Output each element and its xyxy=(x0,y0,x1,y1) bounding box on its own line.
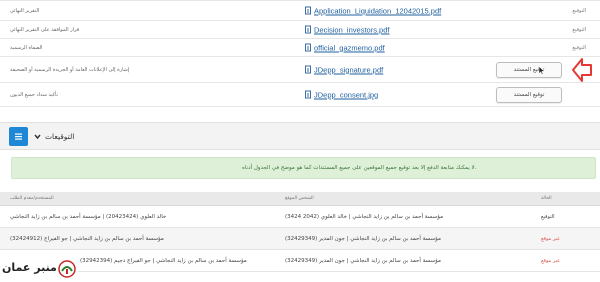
document-description: قرار الموافقة على التقرير النهائي xyxy=(10,26,80,33)
signatory-cell: مؤسسة أحمد بن سالم بن زايد النجاشي | جون… xyxy=(285,236,441,242)
document-description: تأكيد سداد جميع الديون xyxy=(10,91,58,98)
document-row: تأكيد سداد جميع الديون JDepp_consent.jpg… xyxy=(0,83,600,107)
logo-emblem-icon xyxy=(58,260,76,278)
document-row: إشارة إلى الإعلانات العامة أو الجريدة ال… xyxy=(0,57,600,83)
requester-cell: خالد العلوي (20423424) | مؤسسة أحمد بن س… xyxy=(10,214,167,220)
signatures-table-header: المستخدم/مقدم الطلب الشخص الموقع الحالة xyxy=(0,192,600,206)
table-row: مؤسسة أحمد بن سالم بن زايد النجاشي | جو … xyxy=(0,250,600,272)
status-badge: غير موقع xyxy=(541,236,560,242)
file-icon xyxy=(305,25,311,34)
document-file-link[interactable]: JDepp_consent.jpg xyxy=(305,90,378,99)
column-header-signatory: الشخص الموقع xyxy=(285,196,314,201)
signatures-title-group[interactable]: التوقيعات xyxy=(34,132,74,141)
document-row: التقرير النهائي Application_Liquidation_… xyxy=(0,1,600,21)
list-icon xyxy=(15,133,22,140)
status-badge: التوقيع xyxy=(541,214,555,220)
signatures-section-header: التوقيعات xyxy=(0,122,600,150)
document-description: الصفاة الرسمية xyxy=(10,44,43,51)
payment-alert-text: لا يمكنك متابعة الدفع إلا بعد توقيع جميع… xyxy=(242,165,477,171)
document-file-name[interactable]: official_gazmemo.pdf xyxy=(314,43,385,52)
sign-document-button[interactable]: توقيع المستند xyxy=(496,61,562,78)
file-icon xyxy=(305,43,311,52)
signatory-cell: مؤسسة أحمد بن سالم بن زايد النجاشي | خال… xyxy=(285,214,444,220)
table-row: مؤسسة أحمد بن سالم بن زايد النجاشي | جو … xyxy=(0,228,600,250)
document-file-link[interactable]: official_gazmemo.pdf xyxy=(305,43,385,52)
file-icon xyxy=(305,6,311,15)
file-icon xyxy=(305,65,311,74)
status-badge: غير موقع xyxy=(541,258,560,264)
file-icon xyxy=(305,90,311,99)
document-file-link[interactable]: Decision_investors.pdf xyxy=(305,25,389,34)
document-description: التقرير النهائي xyxy=(10,7,40,14)
site-logo: منبر عمان xyxy=(0,258,78,282)
signatory-cell: مؤسسة أحمد بن سالم بن زايد النجاشي | جون… xyxy=(285,258,441,264)
requester-cell: مؤسسة أحمد بن سالم بن زايد النجاشي | جو … xyxy=(10,236,164,242)
site-logo-text: منبر عمان xyxy=(2,261,57,274)
column-header-requester: المستخدم/مقدم الطلب xyxy=(10,196,54,201)
document-file-name[interactable]: Decision_investors.pdf xyxy=(314,25,389,34)
document-file-name[interactable]: JDepp_signature.pdf xyxy=(314,65,383,74)
document-row: قرار الموافقة على التقرير النهائي Decisi… xyxy=(0,21,600,39)
document-file-link[interactable]: JDepp_signature.pdf xyxy=(305,65,383,74)
documents-table: التقرير النهائي Application_Liquidation_… xyxy=(0,0,600,107)
document-action-label: التوقيع xyxy=(572,7,586,14)
signatures-toggle-button[interactable] xyxy=(9,127,28,146)
document-file-name[interactable]: Application_Liquidation_12042015.pdf xyxy=(314,6,441,15)
pointer-arrow-icon xyxy=(572,58,592,82)
sign-document-button[interactable]: توقيع المستند xyxy=(496,86,562,103)
mouse-cursor-icon xyxy=(538,66,545,75)
payment-alert: لا يمكنك متابعة الدفع إلا بعد توقيع جميع… xyxy=(11,157,596,179)
table-row: خالد العلوي (20423424) | مؤسسة أحمد بن س… xyxy=(0,206,600,228)
document-row: الصفاة الرسمية official_gazmemo.pdf التو… xyxy=(0,39,600,57)
column-header-state: الحالة xyxy=(541,196,552,201)
document-file-name[interactable]: JDepp_consent.jpg xyxy=(314,90,378,99)
requester-cell: مؤسسة أحمد بن سالم بن زايد النجاشي | جو … xyxy=(80,258,247,264)
chevron-down-icon xyxy=(34,134,41,140)
document-action-label: التوقيع xyxy=(572,44,586,51)
document-description: إشارة إلى الإعلانات العامة أو الجريدة ال… xyxy=(10,66,130,73)
document-action-label: التوقيع xyxy=(572,26,586,33)
document-file-link[interactable]: Application_Liquidation_12042015.pdf xyxy=(305,6,441,15)
signatures-title: التوقيعات xyxy=(45,132,75,141)
